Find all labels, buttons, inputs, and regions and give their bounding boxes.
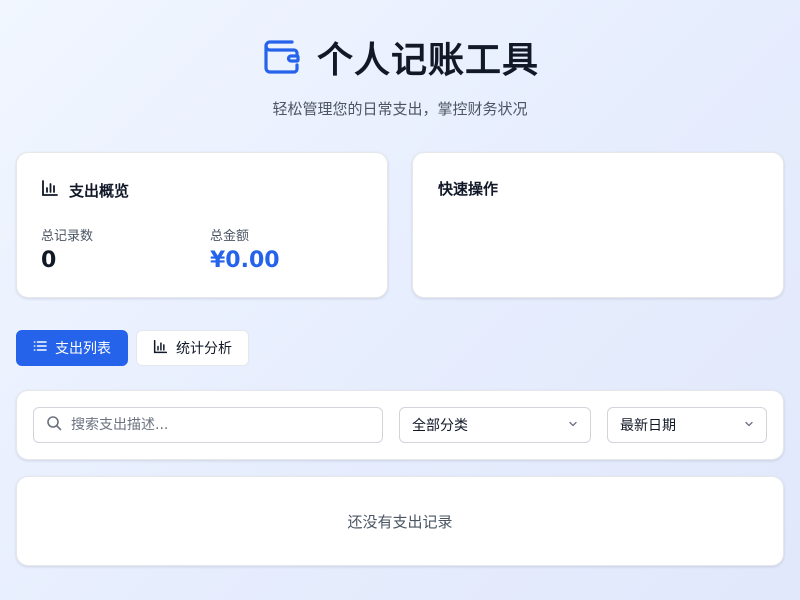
overview-title-text: 支出概览 xyxy=(69,181,130,200)
search-input[interactable] xyxy=(71,417,361,433)
tab-expense-list-label: 支出列表 xyxy=(55,341,111,357)
quick-actions-title: 快速操作 xyxy=(438,180,499,198)
overview-title: 支出概览 xyxy=(41,179,129,201)
page-header: 个人记账工具 轻松管理您的日常支出，掌控财务状况 xyxy=(0,34,800,119)
category-select[interactable]: 全部分类 xyxy=(399,407,591,443)
sort-select[interactable]: 最新日期 xyxy=(607,407,767,443)
title-row: 个人记账工具 xyxy=(0,34,800,81)
amount-value: ¥0.00 xyxy=(210,248,280,273)
records-label: 总记录数 xyxy=(41,229,94,244)
amount-label: 总金额 xyxy=(210,229,250,244)
expense-list: 还没有支出记录 xyxy=(16,476,784,566)
records-value: 0 xyxy=(41,248,57,273)
app-subtitle: 轻松管理您的日常支出，掌控财务状况 xyxy=(272,100,528,118)
tab-expense-list[interactable]: 支出列表 xyxy=(16,330,128,366)
app-title: 个人记账工具 xyxy=(316,40,539,81)
amount-stat: 总金额 ¥0.00 xyxy=(210,225,280,273)
records-stat: 总记录数 0 xyxy=(41,225,93,273)
filter-bar: 全部分类 最新日期 xyxy=(16,390,784,460)
bar-chart-icon xyxy=(41,179,59,201)
wallet-icon xyxy=(261,36,303,78)
chevron-down-icon xyxy=(568,417,578,433)
quick-actions-card: 快速操作 xyxy=(412,152,784,298)
bar-chart-icon xyxy=(153,339,168,358)
tab-statistics[interactable]: 统计分析 xyxy=(136,330,249,366)
chevron-down-icon xyxy=(744,417,754,433)
sort-select-value: 最新日期 xyxy=(620,418,676,434)
empty-state-text: 还没有支出记录 xyxy=(347,512,453,531)
list-icon xyxy=(33,339,47,357)
category-select-value: 全部分类 xyxy=(412,418,468,434)
search-icon xyxy=(46,415,62,435)
overview-card: 支出概览 总记录数 0 总金额 ¥0.00 xyxy=(16,152,388,298)
tab-statistics-label: 统计分析 xyxy=(176,341,232,357)
search-box[interactable] xyxy=(33,407,383,443)
